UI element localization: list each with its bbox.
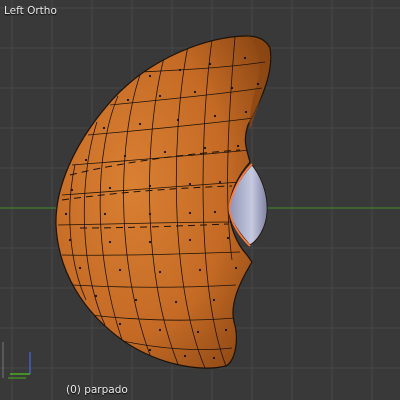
vertex-dot bbox=[213, 210, 217, 214]
vertex-dot bbox=[148, 212, 152, 216]
vertex-dot bbox=[198, 268, 202, 272]
vertex-dot bbox=[176, 118, 180, 122]
vertex-dot bbox=[230, 86, 234, 90]
vertex-dot bbox=[118, 268, 122, 272]
vertex-dot bbox=[158, 328, 162, 332]
vertex-dot bbox=[226, 236, 230, 240]
vertex-dot bbox=[148, 74, 152, 78]
vertex-dot bbox=[158, 270, 162, 274]
mesh-object[interactable] bbox=[0, 0, 400, 400]
vertex-dot bbox=[108, 240, 112, 244]
vertex-dot bbox=[94, 294, 98, 298]
vertex-dot bbox=[243, 56, 247, 60]
vertex-dot bbox=[108, 186, 112, 190]
vertex-dot bbox=[126, 98, 130, 102]
vertex-dot bbox=[208, 62, 212, 66]
vertex-dot bbox=[148, 240, 152, 244]
vertex-dot bbox=[193, 90, 197, 94]
vertex-dot bbox=[256, 82, 260, 86]
vertex-dot bbox=[84, 158, 88, 162]
vertex-dot bbox=[234, 266, 238, 270]
vertex-dot bbox=[178, 68, 182, 72]
vertex-dot bbox=[64, 212, 68, 216]
vertex-dot bbox=[224, 328, 228, 332]
vertex-dot bbox=[213, 114, 217, 118]
vertex-dot bbox=[158, 94, 162, 98]
vertex-dot bbox=[188, 211, 192, 215]
vertex-dot bbox=[70, 188, 74, 192]
vertex-dot bbox=[244, 110, 248, 114]
3d-viewport[interactable]: Left Ortho (0) parpado bbox=[0, 0, 400, 400]
vertex-dot bbox=[148, 184, 152, 188]
vertex-dot bbox=[123, 154, 127, 158]
vertex-dot bbox=[78, 266, 82, 270]
vertex-dot bbox=[163, 150, 167, 154]
vertex-dot bbox=[212, 298, 216, 302]
vertex-dot bbox=[68, 238, 72, 242]
vertex-dot bbox=[212, 356, 216, 360]
vertex-dot bbox=[102, 126, 106, 130]
axis-gizmo bbox=[2, 342, 31, 379]
vertex-dot bbox=[218, 180, 222, 184]
vertex-dot bbox=[188, 182, 192, 186]
vertex-dot bbox=[196, 330, 200, 334]
view-name-label: Left Ortho bbox=[4, 5, 57, 17]
vertex-dot bbox=[138, 122, 142, 126]
vertex-dot bbox=[103, 212, 107, 216]
vertex-dot bbox=[188, 238, 192, 242]
vertex-dot bbox=[174, 300, 178, 304]
vertex-dot bbox=[148, 348, 152, 352]
vertex-dot bbox=[203, 146, 207, 150]
vertex-dot bbox=[183, 354, 187, 358]
vertex-dot bbox=[134, 298, 138, 302]
vertex-dot bbox=[118, 322, 122, 326]
object-info-label: (0) parpado bbox=[66, 384, 128, 396]
vertex-dot bbox=[236, 144, 240, 148]
